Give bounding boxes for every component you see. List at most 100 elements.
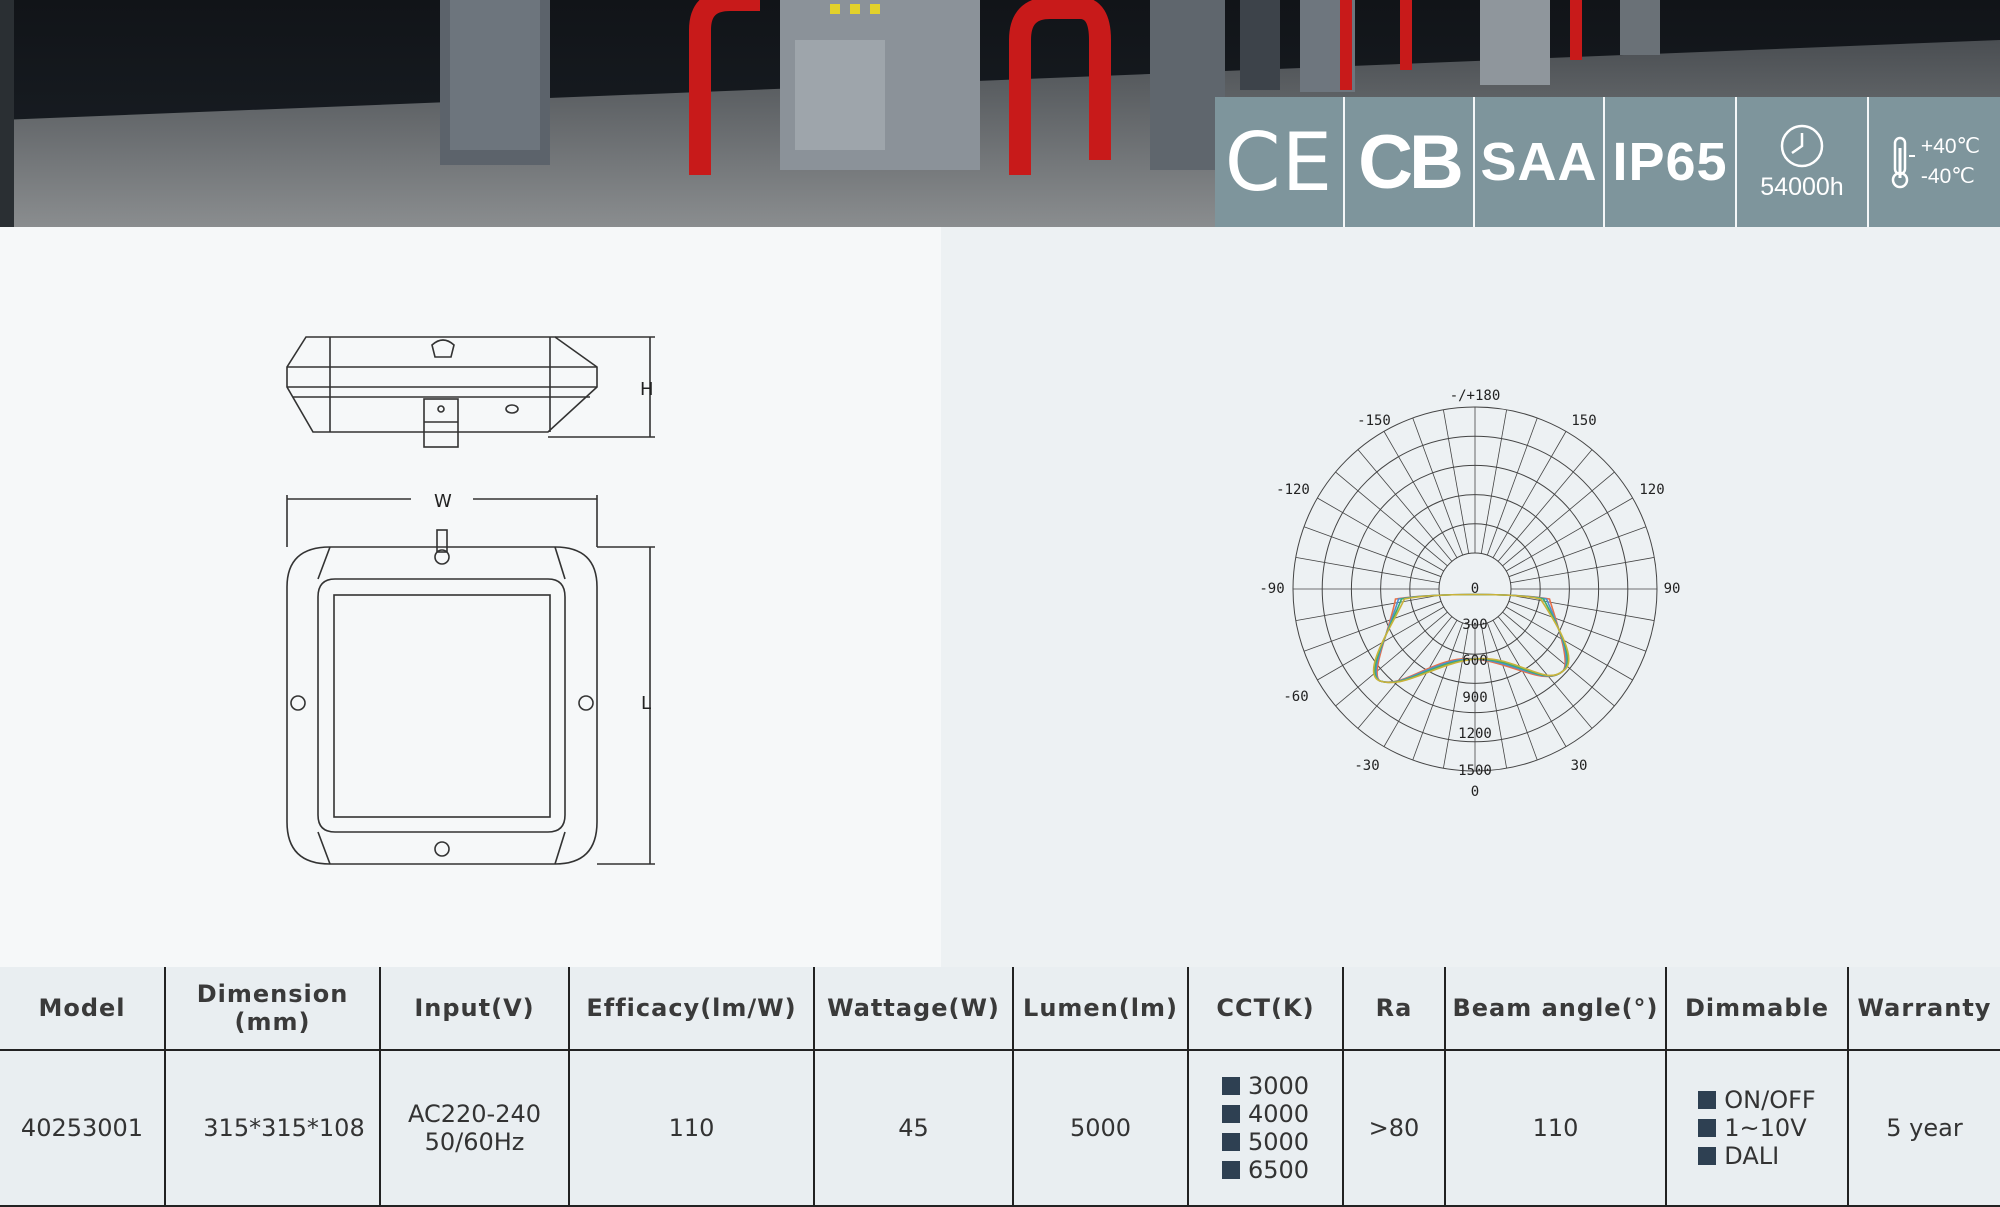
width-label: W bbox=[434, 491, 452, 512]
spec-table: Model Dimension (mm) Input(V) Efficacy(l… bbox=[0, 967, 2000, 1207]
lifetime-label: 54000h bbox=[1760, 172, 1844, 201]
dimmable-value: DALI bbox=[1724, 1141, 1780, 1170]
polar-spoke bbox=[1303, 600, 1442, 652]
polar-spoke bbox=[1357, 616, 1453, 729]
polar-spoke bbox=[1295, 557, 1440, 584]
cell-dimmable: ON/OFF 1~10V DALI bbox=[1666, 1050, 1849, 1207]
cell-input-line1: AC220-240 bbox=[407, 1100, 542, 1128]
distribution-curve bbox=[1374, 593, 1569, 684]
dimmable-options: ON/OFF 1~10V DALI bbox=[1698, 1085, 1816, 1170]
header-ra: Ra bbox=[1343, 967, 1446, 1051]
cct-option: 3000 bbox=[1221, 1071, 1310, 1100]
height-label: H bbox=[640, 379, 654, 400]
saa-mark: SAA bbox=[1475, 97, 1605, 227]
cct-value: 6500 bbox=[1247, 1155, 1310, 1184]
dimmable-option: 1~10V bbox=[1698, 1114, 1815, 1142]
cct-options: 3000 4000 5000 6500 bbox=[1221, 1071, 1310, 1184]
radial-label-900: 900 bbox=[1462, 690, 1487, 706]
cell-wattage: 45 bbox=[814, 1050, 1014, 1207]
header-dimension: Dimension (mm) bbox=[165, 967, 381, 1051]
dimension-drawing-panel: H W L bbox=[0, 227, 941, 967]
header-warranty: Warranty bbox=[1848, 967, 2000, 1051]
polar-spoke bbox=[1480, 409, 1507, 554]
temperature-badge: +40℃ -40℃ bbox=[1869, 97, 2000, 227]
cct-value: 3000 bbox=[1247, 1071, 1310, 1100]
header-dimension-line2: (mm) bbox=[234, 1008, 311, 1036]
cell-model: 40253001 bbox=[0, 1050, 166, 1207]
header-cct: CCT(K) bbox=[1188, 967, 1344, 1051]
cell-lumen: 5000 bbox=[1013, 1050, 1189, 1207]
polar-spoke bbox=[1497, 449, 1593, 562]
cell-ra: >80 bbox=[1343, 1050, 1446, 1207]
angle-label-m90: -90 bbox=[1259, 581, 1284, 597]
radial-label-300: 300 bbox=[1462, 617, 1487, 633]
header-wattage: Wattage(W) bbox=[814, 967, 1014, 1051]
dimension-drawing: H W L bbox=[286, 336, 655, 865]
radial-label-1500: 1500 bbox=[1458, 763, 1492, 779]
angle-label-m120: -120 bbox=[1276, 482, 1310, 498]
polar-spoke bbox=[1508, 526, 1647, 578]
radial-label-600: 600 bbox=[1462, 653, 1487, 669]
polar-curves bbox=[1372, 593, 1570, 684]
checkbox-square-icon bbox=[1221, 1132, 1240, 1151]
polar-spoke bbox=[1486, 622, 1538, 761]
header-efficacy: Efficacy(lm/W) bbox=[569, 967, 815, 1051]
radial-label-0: 0 bbox=[1471, 581, 1479, 597]
cb-mark: CB bbox=[1345, 97, 1475, 227]
polar-spoke bbox=[1357, 449, 1453, 562]
checkbox-square-icon bbox=[1698, 1146, 1717, 1165]
angle-label-p30: 30 bbox=[1571, 758, 1588, 774]
lifetime-badge: 54000h bbox=[1737, 97, 1869, 227]
angle-label-m150: -150 bbox=[1357, 413, 1391, 429]
header-beam: Beam angle(°) bbox=[1445, 967, 1667, 1051]
angle-label-p150: 150 bbox=[1571, 413, 1596, 429]
polar-spoke bbox=[1508, 600, 1647, 652]
angle-label-p120: 120 bbox=[1639, 482, 1664, 498]
polar-spoke bbox=[1486, 417, 1538, 556]
certification-bar: CE CB SAA IP65 54000h +40℃ -40℃ bbox=[1215, 97, 2000, 227]
angle-label-p90: 90 bbox=[1664, 581, 1681, 597]
header-dimension-line1: Dimension bbox=[196, 980, 349, 1008]
checkbox-square-icon bbox=[1221, 1076, 1240, 1095]
radial-label-1200: 1200 bbox=[1458, 726, 1492, 742]
cct-option: 6500 bbox=[1221, 1155, 1310, 1184]
spec-data-row: 40253001 315*315*108 AC220-240 50/60Hz 1… bbox=[0, 1050, 2000, 1207]
dimmable-value: 1~10V bbox=[1724, 1113, 1807, 1142]
temp-low: -40℃ bbox=[1920, 165, 1975, 188]
header-dimmable: Dimmable bbox=[1666, 967, 1849, 1051]
hero-banner: CE CB SAA IP65 54000h +40℃ -40℃ bbox=[0, 0, 2000, 227]
angle-label-m60: -60 bbox=[1283, 689, 1308, 705]
clock-icon bbox=[1780, 124, 1824, 167]
checkbox-square-icon bbox=[1698, 1118, 1717, 1137]
temp-high: +40℃ bbox=[1920, 135, 1981, 158]
cell-beam: 110 bbox=[1445, 1050, 1667, 1207]
polar-spoke bbox=[1443, 409, 1470, 554]
header-model: Model bbox=[0, 967, 166, 1051]
spec-header-row: Model Dimension (mm) Input(V) Efficacy(l… bbox=[0, 967, 2000, 1051]
cell-input-line2: 50/60Hz bbox=[424, 1128, 525, 1156]
polar-spoke bbox=[1303, 526, 1442, 578]
angle-label-m30: -30 bbox=[1354, 758, 1379, 774]
ip-rating: IP65 bbox=[1605, 97, 1737, 227]
cct-value: 5000 bbox=[1247, 1127, 1310, 1156]
dimmable-option: ON/OFF bbox=[1698, 1085, 1816, 1114]
polar-spoke bbox=[1502, 471, 1615, 567]
cell-input: AC220-240 50/60Hz bbox=[380, 1050, 570, 1207]
cct-option: 5000 bbox=[1221, 1127, 1310, 1156]
dimmable-option: DALI bbox=[1698, 1142, 1815, 1170]
checkbox-square-icon bbox=[1221, 1160, 1240, 1179]
polar-spoke bbox=[1497, 616, 1593, 729]
angle-label-top: -/+180 bbox=[1450, 388, 1501, 404]
dimmable-value: ON/OFF bbox=[1724, 1085, 1816, 1114]
header-lumen: Lumen(lm) bbox=[1013, 967, 1189, 1051]
checkbox-square-icon bbox=[1221, 1104, 1240, 1123]
thermometer-icon bbox=[1891, 136, 1915, 189]
polar-spoke bbox=[1295, 594, 1440, 621]
cell-warranty: 5 year bbox=[1848, 1050, 2000, 1207]
cct-value: 4000 bbox=[1247, 1099, 1310, 1128]
cct-option: 4000 bbox=[1221, 1099, 1310, 1128]
cell-dimension: 315*315*108 bbox=[165, 1050, 381, 1207]
checkbox-square-icon bbox=[1698, 1090, 1717, 1109]
polar-spoke bbox=[1510, 557, 1655, 584]
polar-spoke bbox=[1335, 611, 1448, 707]
